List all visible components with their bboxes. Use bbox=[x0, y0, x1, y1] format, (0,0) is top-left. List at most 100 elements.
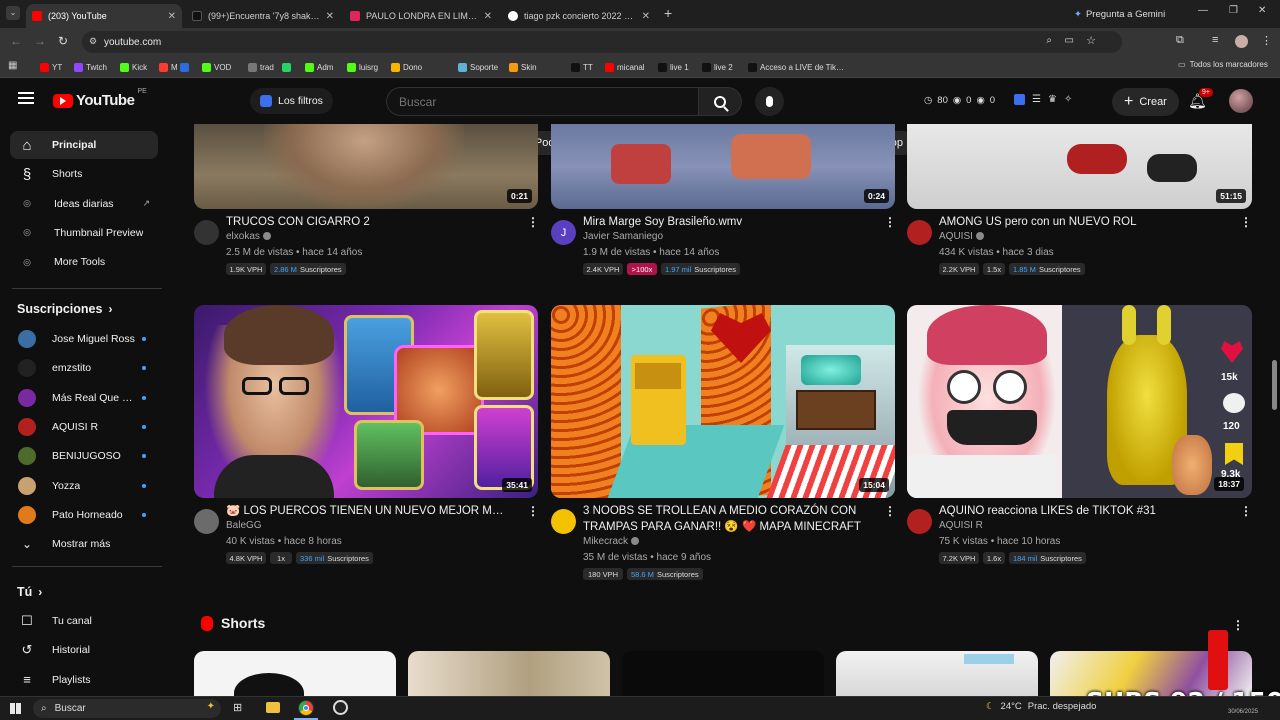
browser-tab-google[interactable]: tiago pzk concierto 2022 - Busc… ✕ bbox=[502, 4, 656, 28]
video-title[interactable]: 🐷 LOS PUERCOS TIENEN UN NUEVO MEJOR MAZO bbox=[226, 503, 511, 519]
minimize-window-icon[interactable]: — bbox=[1198, 5, 1208, 16]
subscription-item[interactable]: Jose Miguel Ross bbox=[10, 325, 158, 353]
sparkle-icon[interactable]: ✧ bbox=[1064, 94, 1072, 105]
weather-widget[interactable]: ☾ 24°C Prac. despejado bbox=[986, 701, 1096, 712]
sidebar-item-thumbnail-preview[interactable]: ◎ Thumbnail Preview bbox=[10, 219, 158, 247]
extensions-icon[interactable]: ⧉ bbox=[1176, 34, 1184, 47]
video-menu-icon[interactable]: ⋮ bbox=[527, 503, 539, 519]
close-tab-icon[interactable]: ✕ bbox=[326, 11, 334, 22]
subscription-item[interactable]: AQUISI R bbox=[10, 413, 158, 441]
gemini-button[interactable]: ✦ Pregunta a Gemini bbox=[1074, 6, 1165, 22]
bookmark-item[interactable]: luisrg bbox=[347, 60, 378, 74]
channel-avatar[interactable]: J bbox=[551, 220, 576, 245]
short-thumbnail[interactable] bbox=[194, 651, 396, 696]
video-menu-icon[interactable]: ⋮ bbox=[527, 214, 539, 230]
back-icon[interactable]: ← bbox=[10, 34, 22, 48]
new-tab-button[interactable]: + bbox=[664, 5, 672, 21]
bookmark-item[interactable]: Kick bbox=[120, 60, 147, 74]
chrome-icon[interactable] bbox=[298, 700, 314, 716]
bookmark-item[interactable]: Dono bbox=[391, 60, 422, 74]
close-tab-icon[interactable]: ✕ bbox=[168, 11, 176, 22]
video-thumbnail[interactable]: 51:15 bbox=[907, 124, 1252, 209]
page-scrollbar[interactable] bbox=[1272, 360, 1277, 410]
forward-icon[interactable]: → bbox=[34, 34, 46, 48]
bookmark-item[interactable]: live 1 bbox=[658, 60, 689, 74]
bookmark-item[interactable]: Twtch bbox=[74, 60, 107, 74]
video-menu-icon[interactable]: ⋮ bbox=[1240, 214, 1252, 230]
video-thumbnail[interactable]: 0:21 bbox=[194, 124, 538, 209]
shorts-more-icon[interactable]: ⋮ bbox=[1232, 617, 1244, 633]
search-button[interactable] bbox=[698, 87, 742, 116]
bookmark-item[interactable]: Soporte bbox=[458, 60, 498, 74]
bookmark-item[interactable]: YT bbox=[40, 60, 62, 74]
browser-tab-paulo[interactable]: PAULO LONDRA EN LIMA 2026 ✕ bbox=[344, 4, 498, 28]
video-title[interactable]: AMONG US pero con un NUEVO ROL bbox=[939, 214, 1224, 230]
create-button[interactable]: + Crear bbox=[1112, 88, 1179, 116]
video-title[interactable]: Mira Marge Soy Brasileño.wmv bbox=[583, 214, 868, 230]
channel-name[interactable]: Javier Samaniego bbox=[583, 231, 663, 242]
subscription-item[interactable]: Más Real Que Ju… bbox=[10, 384, 158, 412]
browser-menu-icon[interactable]: ⋮ bbox=[1261, 34, 1272, 47]
video-thumbnail[interactable]: 15k 120 9.3k 18:37 bbox=[907, 305, 1252, 498]
tubebuddy-icon[interactable] bbox=[1014, 94, 1025, 105]
browser-tab-tiktok[interactable]: (99+)Encuentra '7y8 shakira y… ✕ bbox=[186, 4, 340, 28]
subscription-item[interactable]: emzstito bbox=[10, 354, 158, 382]
search-input[interactable] bbox=[399, 94, 679, 109]
bookmark-item[interactable]: VOD bbox=[202, 60, 231, 74]
sidebar-item-more-tools[interactable]: ◎ More Tools bbox=[10, 248, 158, 276]
video-menu-icon[interactable]: ⋮ bbox=[1240, 503, 1252, 519]
youtube-logo[interactable]: YouTube PE bbox=[53, 88, 147, 109]
subscription-item[interactable]: BENIJUGOSO bbox=[10, 442, 158, 470]
cast-icon[interactable]: ▭ bbox=[1065, 35, 1074, 46]
browser-tab-youtube[interactable]: (203) YouTube ✕ bbox=[26, 4, 182, 28]
site-info-icon[interactable]: ⚙ bbox=[89, 36, 97, 47]
video-thumbnail[interactable]: 15:04 bbox=[551, 305, 895, 498]
url-bar[interactable]: ⚙ youtube.com ⌕ ▭ ☆ bbox=[82, 31, 1122, 53]
sidebar-item-ideas-diarias[interactable]: ◎ Ideas diarias ↗ bbox=[10, 190, 158, 218]
list-icon[interactable]: ☰ bbox=[1032, 94, 1041, 105]
video-title[interactable]: AQUINO reacciona LIKES de TIKTOK #31 bbox=[939, 503, 1224, 519]
reload-icon[interactable]: ↻ bbox=[58, 34, 68, 48]
close-window-icon[interactable]: ✕ bbox=[1258, 5, 1266, 16]
short-thumbnail[interactable] bbox=[622, 651, 824, 696]
filters-button[interactable]: Los filtros bbox=[250, 88, 333, 114]
extension-tool-icons[interactable]: ☰ ♛ ✧ bbox=[1014, 94, 1072, 105]
bookmark-item[interactable]: Skin bbox=[509, 60, 537, 74]
channel-name[interactable]: elxokas bbox=[226, 231, 271, 242]
profile-avatar[interactable] bbox=[1235, 35, 1248, 48]
bookmark-item[interactable]: Acceso a LIVE de Tik… bbox=[748, 60, 844, 74]
channel-name[interactable]: Mikecrack bbox=[583, 536, 640, 547]
channel-name[interactable]: AQUISI bbox=[939, 231, 984, 242]
channel-avatar[interactable] bbox=[194, 220, 219, 245]
channel-avatar[interactable] bbox=[194, 509, 219, 534]
you-header[interactable]: Tú › bbox=[17, 585, 42, 599]
bookmark-star-icon[interactable]: ☆ bbox=[1086, 34, 1096, 47]
notifications-button[interactable]: 🔔︎ 9+ bbox=[1188, 88, 1213, 112]
bookmark-item[interactable]: live 2 bbox=[702, 60, 733, 74]
bookmark-item[interactable] bbox=[180, 60, 189, 74]
sidebar-item-playlists[interactable]: ≡ Playlists bbox=[10, 666, 158, 694]
channel-avatar[interactable] bbox=[551, 509, 576, 534]
search-box[interactable] bbox=[386, 87, 698, 116]
account-avatar[interactable] bbox=[1229, 89, 1253, 113]
bookmark-item[interactable]: micanal bbox=[605, 60, 645, 74]
channel-avatar[interactable] bbox=[907, 220, 932, 245]
close-tab-icon[interactable]: ✕ bbox=[642, 11, 650, 22]
zoom-icon[interactable]: ⌕ bbox=[1046, 35, 1052, 46]
close-tab-icon[interactable]: ✕ bbox=[484, 11, 492, 22]
video-thumbnail[interactable]: 0:24 bbox=[551, 124, 895, 209]
subscription-item[interactable]: Yozza bbox=[10, 472, 158, 500]
sidebar-item-shorts[interactable]: § Shorts bbox=[10, 160, 158, 188]
restore-window-icon[interactable]: ❐ bbox=[1229, 5, 1238, 16]
video-menu-icon[interactable]: ⋮ bbox=[884, 214, 896, 230]
subscriptions-header[interactable]: Suscripciones › bbox=[17, 302, 112, 316]
trophy-icon[interactable]: ♛ bbox=[1048, 94, 1057, 105]
bookmark-item[interactable]: Adm bbox=[305, 60, 333, 74]
short-thumbnail[interactable] bbox=[836, 651, 1038, 696]
tab-search-icon[interactable]: ⌄ bbox=[6, 6, 20, 20]
bookmark-item[interactable] bbox=[282, 60, 291, 74]
bookmark-item[interactable]: trad bbox=[248, 60, 274, 74]
video-thumbnail[interactable]: 35:41 bbox=[194, 305, 538, 498]
voice-search-button[interactable] bbox=[755, 87, 784, 116]
channel-avatar[interactable] bbox=[907, 509, 932, 534]
